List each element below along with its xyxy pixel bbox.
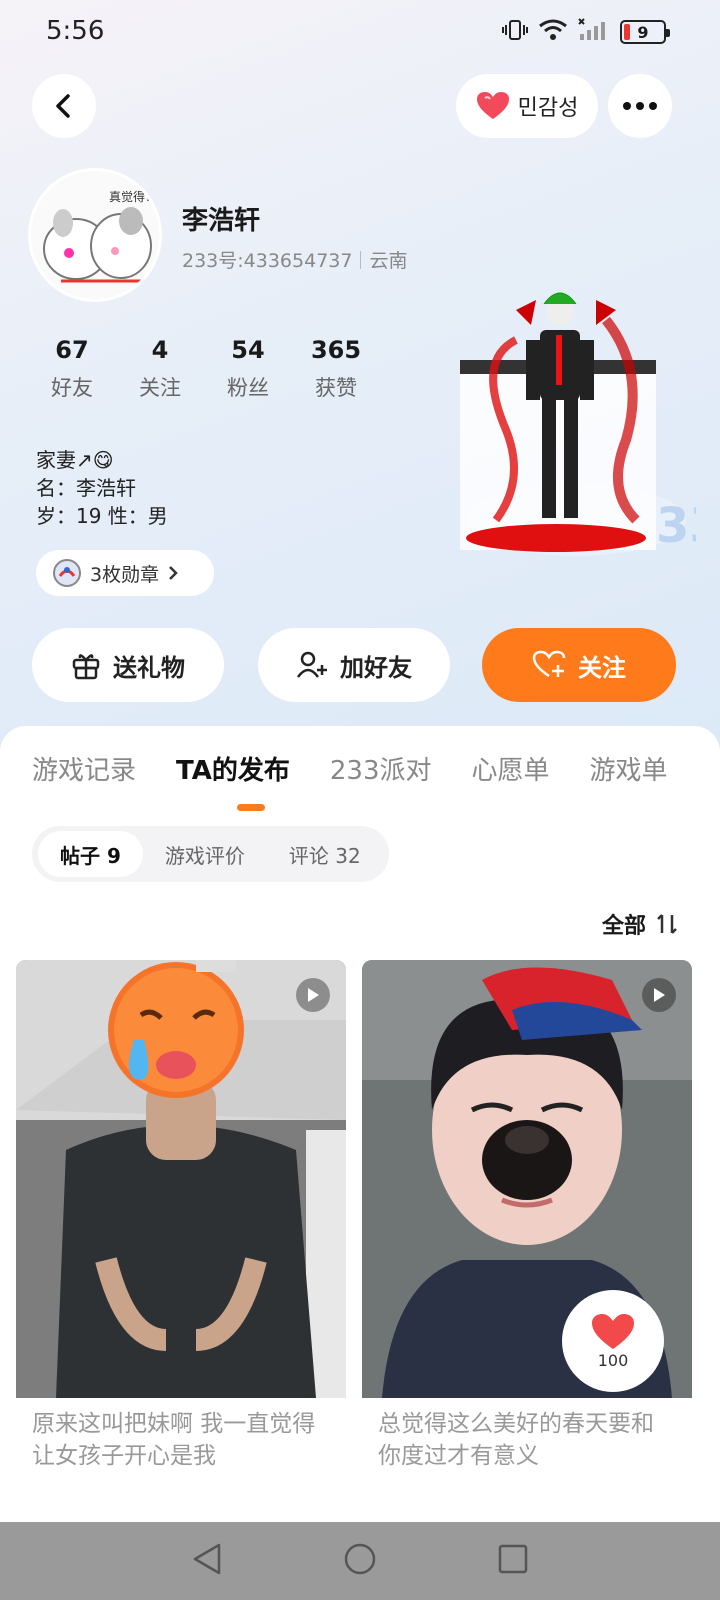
content-panel: 游戏记录 TA的发布 233派对 心愿单 游戏单 帖子 9 游戏评价 评论 32… — [0, 726, 720, 1600]
stat-label: 关注 — [139, 376, 181, 400]
subtab-posts[interactable]: 帖子 9 — [38, 831, 143, 877]
tab-game-list[interactable]: 游戏单 — [590, 750, 668, 787]
vibrate-icon — [502, 18, 528, 46]
post-card[interactable]: 100 总觉得这么美好的春天要和你度过才有意义 — [362, 960, 692, 1500]
tab-233-party[interactable]: 233派对 — [330, 750, 432, 787]
sort-button[interactable]: 全部 — [602, 908, 680, 940]
heart-plus-icon — [532, 650, 566, 678]
nav-back-button[interactable] — [191, 1542, 223, 1580]
avatar[interactable]: 真觉得? — [28, 168, 162, 302]
status-bar: 5:56 9 — [0, 0, 720, 66]
tab-wishlist[interactable]: 心愿单 — [472, 750, 550, 787]
like-button[interactable]: 100 — [562, 1290, 664, 1392]
send-gift-button[interactable]: 送礼物 — [32, 628, 224, 702]
tab-indicator — [237, 804, 265, 811]
back-triangle-icon — [193, 1543, 221, 1575]
stat-number: 54 — [231, 336, 265, 364]
stat-fans[interactable]: 54 粉丝 — [204, 336, 292, 402]
back-button[interactable] — [32, 74, 96, 138]
subtab-comments[interactable]: 评论 32 — [267, 831, 383, 877]
play-icon — [296, 978, 330, 1012]
post-title: 总觉得这么美好的春天要和你度过才有意义 — [362, 1398, 692, 1500]
tab-bar: 游戏记录 TA的发布 233派对 心愿单 游戏单 — [32, 750, 668, 787]
stats-row: 67 好友 4 关注 54 粉丝 365 获赞 — [28, 336, 380, 402]
svg-text:真觉得?: 真觉得? — [109, 189, 151, 204]
add-friend-label: 加好友 — [340, 653, 412, 682]
send-gift-label: 送礼物 — [113, 653, 185, 682]
stat-number: 4 — [151, 336, 169, 364]
sensitivity-badge-button[interactable]: 민감성 — [456, 74, 598, 138]
add-user-icon — [296, 651, 327, 678]
home-circle-icon — [344, 1543, 376, 1575]
bio-line: 家妻↗😋 — [36, 448, 114, 472]
nav-recents-button[interactable] — [497, 1543, 529, 1579]
bio: 家妻↗😋 名：李浩轩 岁：19 性：男 — [36, 446, 168, 530]
play-icon — [642, 978, 676, 1012]
status-icons: 9 — [502, 18, 670, 46]
signal-icon — [578, 18, 610, 46]
post-card[interactable]: 原来这叫把妹啊 我一直觉得让女孩子开心是我 — [16, 960, 346, 1500]
user-id: 233号:433654737 — [182, 250, 353, 272]
uid-line: 233号:433654737 云南 — [182, 246, 407, 273]
sort-icon — [657, 914, 677, 934]
bio-line: 名：李浩轩 — [36, 476, 136, 500]
gift-icon — [72, 654, 100, 680]
status-time: 5:56 — [46, 16, 105, 46]
stat-following[interactable]: 4 关注 — [116, 336, 204, 402]
tab-game-records[interactable]: 游戏记录 — [32, 750, 136, 787]
medals-label: 3枚勋章 — [90, 563, 160, 586]
heart-icon — [476, 92, 509, 119]
stat-number: 365 — [310, 336, 362, 364]
battery-level: 9 — [637, 22, 649, 42]
post-thumbnail: 100 — [362, 960, 692, 1398]
more-icon — [623, 102, 657, 110]
system-nav-bar — [0, 1522, 720, 1600]
medals-button[interactable]: 3枚勋章 — [36, 550, 214, 596]
stat-label: 获赞 — [315, 376, 357, 400]
more-options-button[interactable] — [608, 74, 672, 138]
stat-label: 粉丝 — [227, 376, 269, 400]
follow-label: 关注 — [578, 653, 626, 682]
wifi-icon — [538, 18, 568, 46]
recents-square-icon — [498, 1544, 528, 1574]
divider — [360, 250, 362, 269]
stat-number: 67 — [55, 336, 89, 364]
follow-button[interactable]: 关注 — [482, 628, 676, 702]
svg-text:33: 33 — [656, 498, 696, 554]
back-arrow-icon — [56, 94, 70, 118]
bio-line: 岁：19 性：男 — [36, 504, 168, 528]
sort-label: 全部 — [601, 914, 646, 939]
stat-label: 好友 — [51, 376, 93, 400]
battery-icon: 9 — [620, 20, 670, 44]
nav-home-button[interactable] — [343, 1542, 377, 1580]
stat-likes[interactable]: 365 获赞 — [292, 336, 380, 402]
stat-friends[interactable]: 67 好友 — [28, 336, 116, 402]
post-title: 原来这叫把妹啊 我一直觉得让女孩子开心是我 — [16, 1398, 346, 1500]
user-region: 云南 — [369, 250, 408, 272]
username: 李浩轩 — [182, 206, 261, 236]
like-count: 100 — [597, 1350, 629, 1370]
medal-icon — [53, 559, 81, 587]
heart-icon — [592, 1313, 634, 1349]
avatar-character[interactable]: 33 — [456, 280, 720, 570]
tab-ta-posts[interactable]: TA的发布 — [176, 750, 290, 787]
add-friend-button[interactable]: 加好友 — [258, 628, 450, 702]
post-thumbnail — [16, 960, 346, 1398]
badge-label: 민감성 — [517, 96, 579, 121]
subtab-game-reviews[interactable]: 游戏评价 — [143, 831, 267, 877]
chevron-right-icon — [169, 566, 178, 580]
subtab-bar: 帖子 9 游戏评价 评论 32 — [32, 826, 389, 882]
